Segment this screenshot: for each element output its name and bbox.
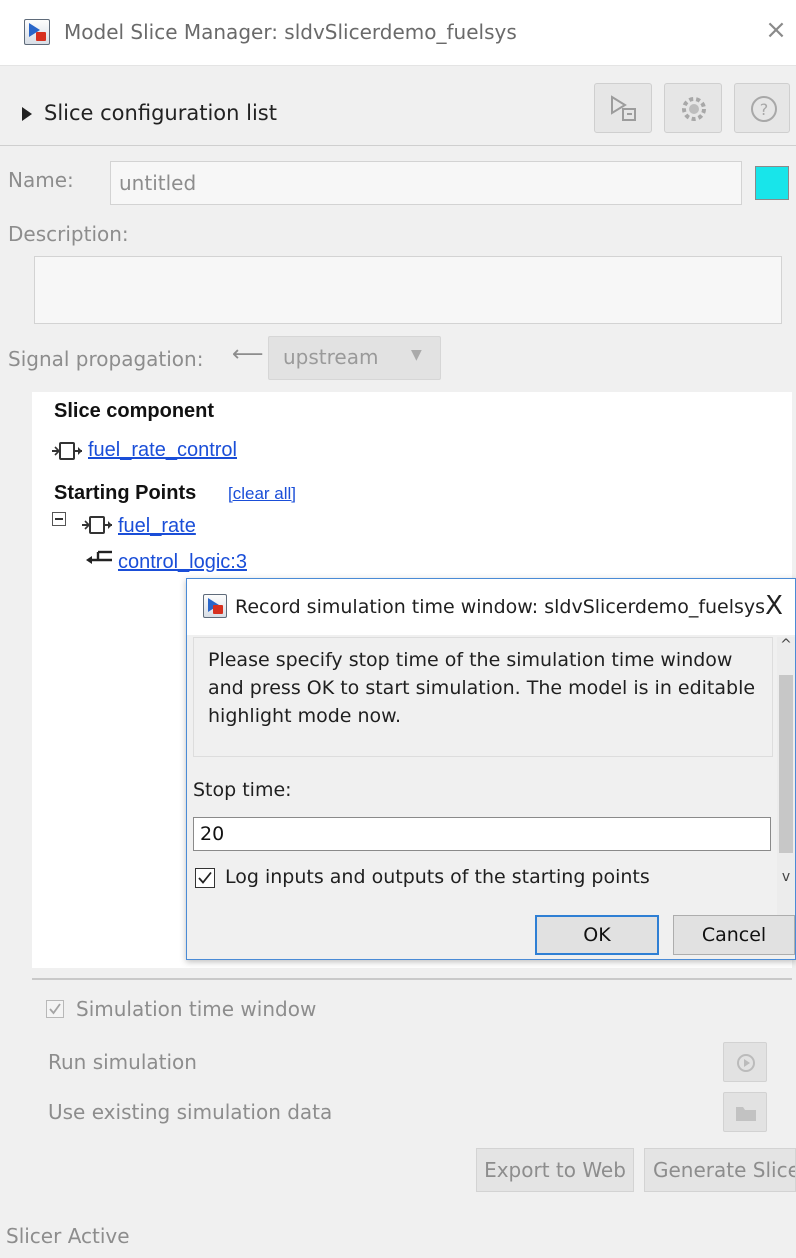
simulation-time-window-label: Simulation time window — [76, 997, 317, 1021]
settings-button[interactable] — [664, 83, 722, 133]
use-existing-data-button[interactable] — [723, 1092, 767, 1132]
divider — [32, 978, 792, 980]
checkmark-icon — [49, 1003, 61, 1015]
svg-text:?: ? — [760, 100, 769, 119]
signal-line-icon — [86, 550, 112, 564]
signal-propagation-dropdown[interactable]: upstream ▼ — [268, 336, 441, 380]
model-slicer-button[interactable] — [594, 83, 652, 133]
folder-icon — [736, 1107, 756, 1121]
run-simulation-button[interactable] — [723, 1042, 767, 1082]
ok-button[interactable]: OK — [535, 915, 659, 955]
close-icon[interactable]: X — [759, 589, 789, 623]
stop-time-label: Stop time: — [193, 779, 292, 801]
help-icon: ? — [751, 96, 777, 122]
simulation-time-window-checkbox[interactable] — [46, 1000, 64, 1018]
log-inputs-outputs-label: Log inputs and outputs of the starting p… — [225, 866, 650, 888]
slice-configuration-list-toggle[interactable]: Slice configuration list — [44, 101, 277, 125]
scrollbar-thumb[interactable] — [779, 675, 793, 853]
model-slicer-icon — [611, 95, 636, 121]
name-input[interactable]: untitled — [110, 161, 742, 205]
export-to-web-button[interactable]: Export to Web — [476, 1148, 634, 1192]
signal-propagation-label: Signal propagation: — [8, 347, 204, 371]
description-label: Description: — [8, 222, 129, 246]
use-existing-data-label: Use existing simulation data — [48, 1100, 333, 1124]
starting-point-link[interactable]: fuel_rate — [118, 515, 196, 538]
chevron-down-icon: ▼ — [411, 347, 422, 363]
starting-points-heading: Starting Points — [54, 482, 197, 504]
name-label: Name: — [8, 168, 74, 192]
left-arrow-icon: ⟵ — [232, 342, 264, 367]
description-input[interactable] — [34, 256, 782, 324]
help-button[interactable]: ? — [734, 83, 790, 133]
close-icon[interactable]: × — [762, 14, 790, 46]
dropdown-value: upstream — [283, 345, 379, 369]
dialog-titlebar: Record simulation time window: sldvSlice… — [187, 579, 795, 635]
starting-point-link[interactable]: control_logic:3 — [118, 551, 247, 574]
dialog-message-box: Please specify stop time of the simulati… — [193, 637, 773, 757]
slice-component-heading: Slice component — [54, 400, 215, 422]
highlight-color-swatch[interactable] — [755, 166, 789, 200]
subsystem-block-icon — [52, 442, 82, 460]
window-titlebar: Model Slice Manager: sldvSlicerdemo_fuel… — [0, 0, 796, 66]
stop-time-input[interactable]: 20 — [193, 817, 771, 851]
simulink-app-icon — [203, 594, 227, 618]
divider — [0, 145, 796, 146]
gear-icon — [682, 97, 706, 121]
log-inputs-outputs-checkbox[interactable] — [195, 868, 215, 888]
clear-all-link[interactable]: [clear all] — [228, 484, 296, 504]
cancel-button[interactable]: Cancel — [673, 915, 795, 955]
slice-component-link[interactable]: fuel_rate_control — [88, 439, 237, 462]
run-simulation-label: Run simulation — [48, 1050, 197, 1074]
record-simulation-dialog: Record simulation time window: sldvSlice… — [186, 578, 796, 960]
subsystem-block-icon — [82, 516, 112, 534]
generate-slice-button[interactable]: Generate Slice — [644, 1148, 796, 1192]
chevron-down-icon[interactable]: v — [779, 869, 793, 885]
dialog-message: Please specify stop time of the simulati… — [208, 649, 756, 727]
collapse-toggle-icon[interactable] — [52, 512, 66, 526]
window-title: Model Slice Manager: sldvSlicerdemo_fuel… — [64, 20, 517, 44]
status-text: Slicer Active — [6, 1224, 130, 1248]
play-icon — [737, 1054, 755, 1072]
dialog-title: Record simulation time window: sldvSlice… — [235, 596, 766, 618]
simulink-app-icon — [24, 19, 50, 45]
expand-arrow-icon[interactable] — [22, 107, 32, 121]
chevron-up-icon[interactable]: ^ — [779, 637, 793, 653]
checkmark-icon — [198, 871, 212, 884]
